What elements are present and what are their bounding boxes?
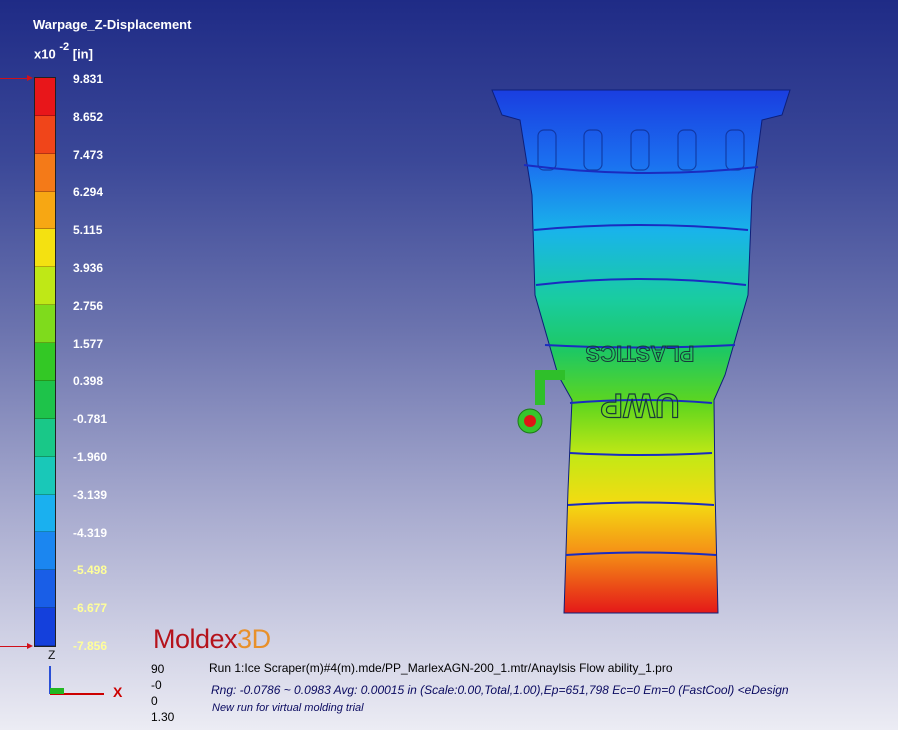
part-model[interactable]: PLASTICS UWP [490,85,810,630]
triad-x-label: X [113,684,123,700]
scale-tick-label: 6.294 [73,185,104,200]
view-value-4: 1.30 [151,710,175,724]
scale-segment [35,418,55,457]
axis-triad-icon [49,666,104,695]
unit-prefix: x10 [34,46,56,62]
scale-segment [35,229,55,268]
brand-logo: Moldex3D [153,624,271,654]
part-render: PLASTICS UWP [491,89,791,614]
scale-units: x10 -2 [in] [34,41,93,62]
scale-tick-label: 9.831 [73,72,104,86]
view-value-3: 0 [151,694,158,708]
embossed-text-uwp: UWP [600,386,679,424]
scale-tick-label: -6.677 [73,601,108,616]
scale-tick-label: 7.473 [73,147,104,162]
view-values: 90 -0 0 1.30 [151,661,174,725]
triad-z-label: Z [48,648,56,662]
scale-tick-label: -5.498 [73,563,108,578]
scale-tick-label: 2.756 [73,298,104,313]
scale-tick-label: -0.781 [73,412,108,427]
run-info: Run 1:Ice Scraper(m)#4(m).mde/PP_MarlexA… [209,661,673,675]
min-marker-arrow [0,643,33,649]
unit-exponent: -2 [59,41,70,53]
injection-point-icon [524,415,536,427]
scale-segment [35,78,55,116]
scale-segment [35,380,55,419]
scale-segment [35,608,55,646]
scale-segment [35,267,55,306]
scale-segment [35,191,55,230]
scale-tick-label: 3.936 [73,261,104,275]
gate-runner [535,370,565,405]
scale-segment [35,115,55,154]
embossed-text-plastics: PLASTICS [586,341,695,366]
scale-tick-label: -4.319 [73,525,108,540]
scale-tick-label: 8.652 [73,109,104,124]
scale-tick-label: 5.115 [73,223,103,238]
scale-tick-label: -3.139 [73,487,108,502]
scale-tick-label: -7.856 [73,639,108,653]
scale-segment [35,532,55,571]
scale-tick-label: 1.577 [73,336,104,351]
scale-segment [35,343,55,381]
scale-segment [35,494,55,533]
scale-tick-label: -1.960 [73,450,108,464]
run-note: New run for virtual molding trial [212,702,364,714]
result-title: Warpage_Z-Displacement [33,17,192,32]
unit-label: [in] [72,46,93,62]
scale-segment [35,456,55,495]
scale-segment [35,153,55,192]
scale-segment [35,570,55,609]
view-value-1: 90 [151,662,165,676]
scale-tick-label: 0.398 [73,374,104,389]
max-marker-arrow [0,75,33,81]
color-scale-bar [34,77,56,647]
scale-segment [35,305,55,344]
view-value-2: -0 [151,678,162,692]
range-info: Rng: -0.0786 ~ 0.0983 Avg: 0.00015 in (S… [211,683,789,697]
